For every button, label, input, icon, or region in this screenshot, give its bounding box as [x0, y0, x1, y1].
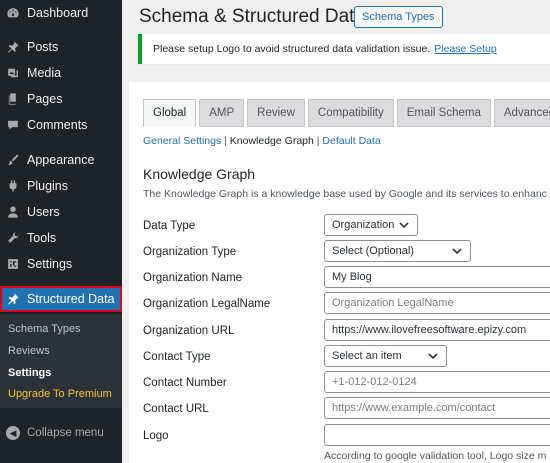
submenu-item-schema-types[interactable]: Schema Types [0, 318, 122, 340]
data-type-select[interactable]: Organization [324, 214, 418, 236]
menu-item-dashboard[interactable]: Dashboard [0, 0, 122, 26]
submenu-item-settings[interactable]: Settings [0, 362, 122, 384]
chevron-down-icon [427, 350, 439, 362]
tab-compatibility[interactable]: Compatibility [307, 99, 394, 127]
organization-legalname-label: Organization LegalName [143, 298, 271, 310]
menu-label: Structured Data [27, 292, 115, 306]
comment-icon [6, 118, 20, 132]
logo-size-note: According to google validation tool, Log… [324, 450, 547, 462]
menu-item-users[interactable]: Users [0, 199, 122, 225]
default-data-link[interactable]: Default Data [322, 135, 380, 147]
menu-item-media[interactable]: Media [0, 60, 122, 86]
menu-item-appearance[interactable]: Appearance [0, 147, 122, 173]
knowledge-graph-link[interactable]: Knowledge Graph [230, 135, 314, 147]
media-icon [6, 66, 20, 80]
data-type-label: Data Type [143, 220, 196, 232]
user-icon [6, 205, 20, 219]
submenu-item-upgrade[interactable]: Upgrade To Premium [0, 383, 122, 405]
subnav-separator: | [221, 135, 230, 147]
menu-item-pages[interactable]: Pages [0, 86, 122, 112]
settings-tabs: Global AMP Review Compatibility Email Sc… [143, 99, 550, 127]
page-title: Schema & Structured Data [139, 6, 365, 27]
organization-name-label: Organization Name [143, 272, 243, 284]
organization-url-label: Organization URL [143, 325, 235, 337]
organization-type-select[interactable]: Select (Optional) [324, 240, 471, 262]
schema-types-button[interactable]: Schema Types [354, 6, 443, 28]
settings-panel: Global AMP Review Compatibility Email Sc… [129, 82, 550, 463]
menu-item-posts[interactable]: Posts [0, 34, 122, 60]
organization-name-input[interactable]: My Blog [324, 266, 550, 288]
plug-icon [6, 179, 20, 193]
menu-label: Users [27, 205, 60, 219]
chevron-down-icon [451, 245, 463, 257]
menu-item-structured-data[interactable]: Structured Data [0, 286, 122, 312]
tab-amp[interactable]: AMP [199, 99, 245, 127]
contact-number-input[interactable]: +1-012-012-0124 [324, 371, 550, 393]
menu-label: Settings [27, 257, 73, 271]
menu-item-plugins[interactable]: Plugins [0, 173, 122, 199]
menu-item-tools[interactable]: Tools [0, 225, 122, 251]
collapse-menu-button[interactable]: ◀ Collapse menu [0, 421, 122, 445]
contact-number-label: Contact Number [143, 377, 227, 389]
select-value: Select (Optional) [332, 245, 414, 257]
wrench-icon [6, 231, 20, 245]
section-title: Knowledge Graph [143, 166, 256, 182]
contact-type-label: Contact Type [143, 351, 211, 363]
tab-review[interactable]: Review [247, 99, 305, 127]
menu-label: Media [27, 66, 62, 80]
pin-icon [6, 292, 20, 306]
notice-text: Please setup Logo to avoid structured da… [153, 43, 431, 55]
main-content: Schema & Structured Data Schema Types Pl… [122, 0, 550, 463]
settings-icon [6, 257, 20, 271]
menu-label: Appearance [27, 153, 95, 167]
sub-navigation: General Settings | Knowledge Graph | Def… [143, 135, 381, 147]
logo-notice: Please setup Logo to avoid structured da… [138, 34, 550, 64]
pin-icon [6, 40, 20, 54]
please-setup-link[interactable]: Please Setup [434, 43, 496, 55]
menu-label: Tools [27, 231, 57, 245]
admin-sidebar: Dashboard Posts Media Pages Comments App… [0, 0, 122, 463]
section-description: The Knowledge Graph is a knowledge base … [143, 188, 547, 200]
submenu-item-reviews[interactable]: Reviews [0, 340, 122, 362]
menu-label: Pages [27, 92, 63, 106]
logo-label: Logo [143, 430, 169, 442]
organization-type-label: Organization Type [143, 246, 237, 258]
brush-icon [6, 153, 20, 167]
contact-url-label: Contact URL [143, 403, 209, 415]
tab-email-schema[interactable]: Email Schema [396, 99, 491, 127]
dashboard-icon [6, 6, 20, 20]
menu-label: Posts [27, 40, 59, 54]
contact-url-input[interactable]: https://www.example.com/contact [324, 397, 550, 419]
tab-advanced[interactable]: Advanced [493, 99, 550, 127]
organization-legalname-input[interactable]: Organization LegalName [324, 292, 550, 314]
tab-global[interactable]: Global [143, 99, 197, 127]
collapse-label: Collapse menu [27, 427, 104, 439]
page-icon [6, 92, 20, 106]
collapse-icon: ◀ [6, 426, 20, 440]
menu-label: Plugins [27, 179, 68, 193]
select-value: Organization [332, 219, 395, 231]
menu-item-settings[interactable]: Settings [0, 251, 122, 277]
general-settings-link[interactable]: General Settings [143, 135, 221, 147]
select-value: Select an item [332, 350, 402, 362]
organization-url-input[interactable]: https://www.ilovefreesoftware.epizy.com [324, 319, 550, 341]
logo-input[interactable] [324, 424, 550, 446]
menu-label: Comments [27, 118, 88, 132]
chevron-down-icon [398, 219, 410, 231]
contact-type-select[interactable]: Select an item [324, 345, 447, 367]
menu-label: Dashboard [27, 6, 89, 20]
menu-item-comments[interactable]: Comments [0, 112, 122, 138]
